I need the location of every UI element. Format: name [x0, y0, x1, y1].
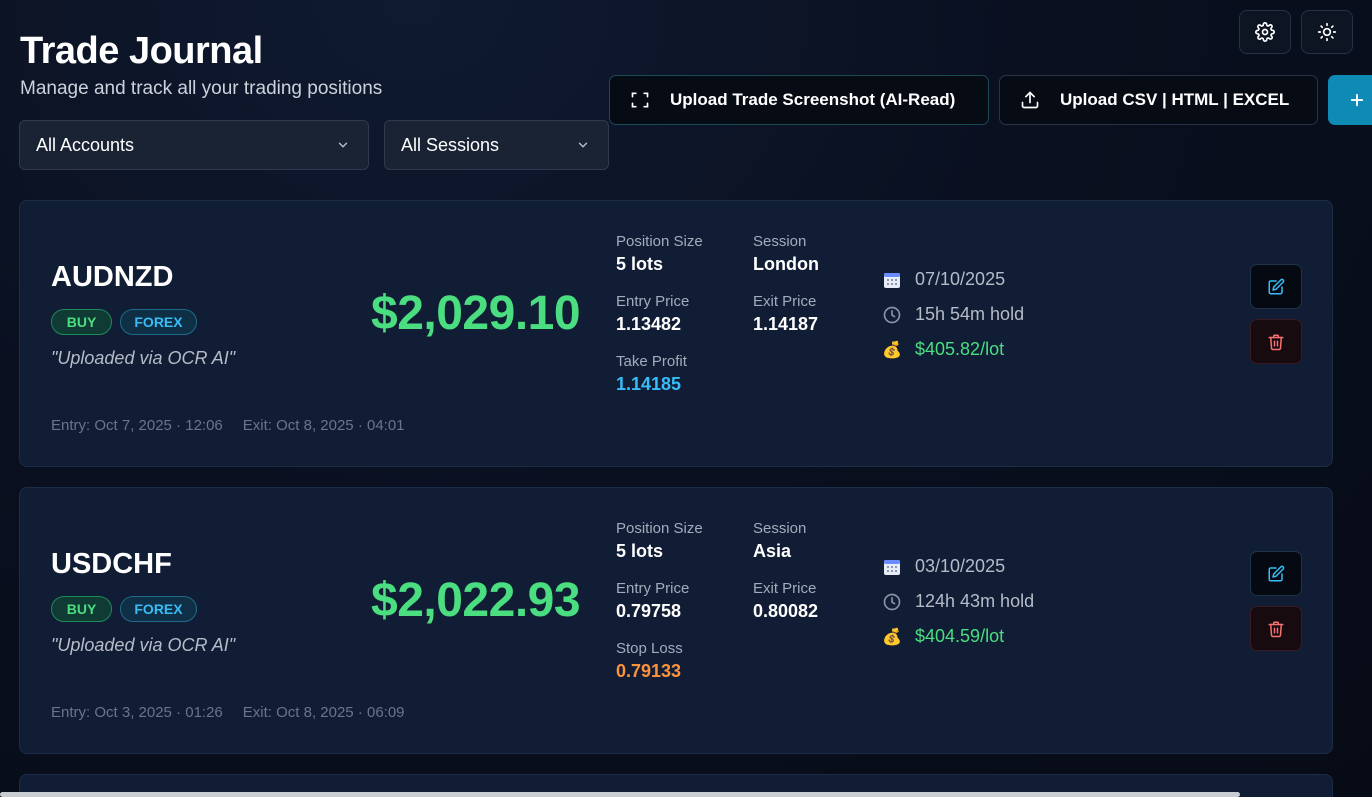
- exit-time: Exit: Oct 8, 2025 · 06:09: [242, 704, 405, 721]
- trade-note: "Uploaded via OCR AI": [51, 348, 236, 368]
- field-value: 1.14185: [616, 374, 682, 394]
- entry-time: Entry: Oct 7, 2025 · 12:06: [51, 417, 223, 434]
- entry-time: Entry: Oct 3, 2025 · 01:26: [51, 704, 223, 721]
- chevron-down-icon: [578, 142, 588, 148]
- edit-icon: [1268, 565, 1285, 581]
- hold-duration-value: 15h 54m hold: [915, 304, 1025, 324]
- field-label: Position Size: [616, 520, 703, 537]
- field-label: Position Size: [616, 233, 703, 250]
- trade-date-value: 03/10/2025: [915, 556, 1006, 576]
- field-value: 0.79133: [616, 661, 682, 681]
- stop-loss-field: Stop Loss 0.79133: [616, 640, 683, 682]
- market-badge: FOREX: [120, 596, 197, 622]
- hold-duration-value: 124h 43m hold: [915, 591, 1035, 611]
- field-value: 5 lots: [616, 541, 664, 561]
- field-value: 1.13482: [616, 314, 682, 334]
- plus-icon: [1350, 93, 1364, 107]
- session-filter-select[interactable]: All Sessions: [384, 120, 609, 170]
- trade-date-value: 07/10/2025: [915, 269, 1006, 289]
- field-label: Entry Price: [616, 580, 690, 597]
- money-bag-icon: 💰: [882, 341, 902, 359]
- profit-per-lot-value: $405.82/lot: [915, 339, 1005, 359]
- field-label: Exit Price: [753, 580, 817, 597]
- hold-duration: 124h 43m hold: [882, 591, 1034, 612]
- settings-button[interactable]: [1239, 10, 1291, 54]
- trade-card: USDCHF BUY FOREX "Uploaded via OCR AI" E…: [19, 487, 1333, 754]
- field-value: 0.80082: [753, 601, 819, 621]
- chevron-down-icon: [338, 142, 348, 148]
- horizontal-scrollbar[interactable]: [0, 792, 1240, 797]
- trade-symbol: AUDNZD: [51, 261, 174, 293]
- upload-icon: [1021, 91, 1039, 109]
- theme-toggle-button[interactable]: [1301, 10, 1353, 54]
- market-badge: FOREX: [120, 309, 197, 335]
- trade-pnl: $2,029.10: [371, 287, 581, 340]
- position-size-field: Position Size 5 lots: [616, 520, 703, 562]
- field-label: Take Profit: [616, 353, 687, 370]
- trash-icon: [1268, 621, 1284, 637]
- account-filter-value: All Accounts: [36, 134, 135, 155]
- trash-icon: [1268, 334, 1284, 350]
- clock-icon: [883, 306, 901, 323]
- trade-date: 03/10/2025: [882, 556, 1005, 577]
- delete-trade-button[interactable]: [1250, 319, 1302, 364]
- session-filter-value: All Sessions: [401, 134, 500, 155]
- field-label: Exit Price: [753, 293, 817, 310]
- upload-file-label: Upload CSV | HTML | EXCEL: [1060, 90, 1290, 109]
- side-badge: BUY: [51, 596, 112, 622]
- field-label: Session: [753, 520, 807, 537]
- page-title: Trade Journal: [20, 30, 263, 72]
- profit-per-lot-value: $404.59/lot: [915, 626, 1005, 646]
- upload-file-button[interactable]: Upload CSV | HTML | EXCEL: [999, 75, 1318, 125]
- edit-trade-button[interactable]: [1250, 551, 1302, 596]
- profit-per-lot: 💰 $404.59/lot: [882, 626, 1004, 647]
- trade-card: AUDNZD BUY FOREX "Uploaded via OCR AI" E…: [19, 200, 1333, 467]
- edit-trade-button[interactable]: [1250, 264, 1302, 309]
- exit-time: Exit: Oct 8, 2025 · 04:01: [242, 417, 405, 434]
- field-value: Asia: [753, 541, 792, 561]
- upload-screenshot-button[interactable]: Upload Trade Screenshot (AI-Read): [609, 75, 989, 125]
- exit-price-field: Exit Price 0.80082: [753, 580, 818, 622]
- field-label: Stop Loss: [616, 640, 683, 657]
- exit-price-field: Exit Price 1.14187: [753, 293, 818, 335]
- account-filter-select[interactable]: All Accounts: [19, 120, 369, 170]
- field-value: 0.79758: [616, 601, 682, 621]
- trade-note: "Uploaded via OCR AI": [51, 635, 236, 655]
- profit-per-lot: 💰 $405.82/lot: [882, 339, 1004, 360]
- field-value: 1.14187: [753, 314, 819, 334]
- entry-price-field: Entry Price 1.13482: [616, 293, 689, 335]
- money-bag-icon: 💰: [882, 628, 902, 646]
- page-subtitle: Manage and track all your trading positi…: [20, 78, 383, 99]
- trade-date: 07/10/2025: [882, 269, 1005, 290]
- upload-screenshot-label: Upload Trade Screenshot (AI-Read): [670, 90, 956, 109]
- position-size-field: Position Size 5 lots: [616, 233, 703, 275]
- trade-times: Entry: Oct 7, 2025 · 12:06 Exit: Oct 8, 2…: [51, 417, 405, 434]
- edit-icon: [1268, 278, 1285, 294]
- gear-icon: [1255, 22, 1275, 42]
- add-trade-button[interactable]: [1328, 75, 1372, 125]
- session-field: Session London: [753, 233, 819, 275]
- field-value: 5 lots: [616, 254, 664, 274]
- field-label: Entry Price: [616, 293, 690, 310]
- trade-times: Entry: Oct 3, 2025 · 01:26 Exit: Oct 8, 2…: [51, 704, 405, 721]
- scan-icon: [631, 92, 649, 108]
- session-field: Session Asia: [753, 520, 806, 562]
- clock-icon: [883, 593, 901, 610]
- field-value: London: [753, 254, 819, 274]
- trade-symbol: USDCHF: [51, 548, 172, 580]
- calendar-icon: [884, 559, 900, 575]
- side-badge: BUY: [51, 309, 112, 335]
- sun-icon: [1317, 22, 1337, 42]
- delete-trade-button[interactable]: [1250, 606, 1302, 651]
- take-profit-field: Take Profit 1.14185: [616, 353, 687, 395]
- entry-price-field: Entry Price 0.79758: [616, 580, 689, 622]
- calendar-icon: [884, 272, 900, 288]
- trade-pnl: $2,022.93: [371, 574, 581, 627]
- field-label: Session: [753, 233, 807, 250]
- hold-duration: 15h 54m hold: [882, 304, 1024, 325]
